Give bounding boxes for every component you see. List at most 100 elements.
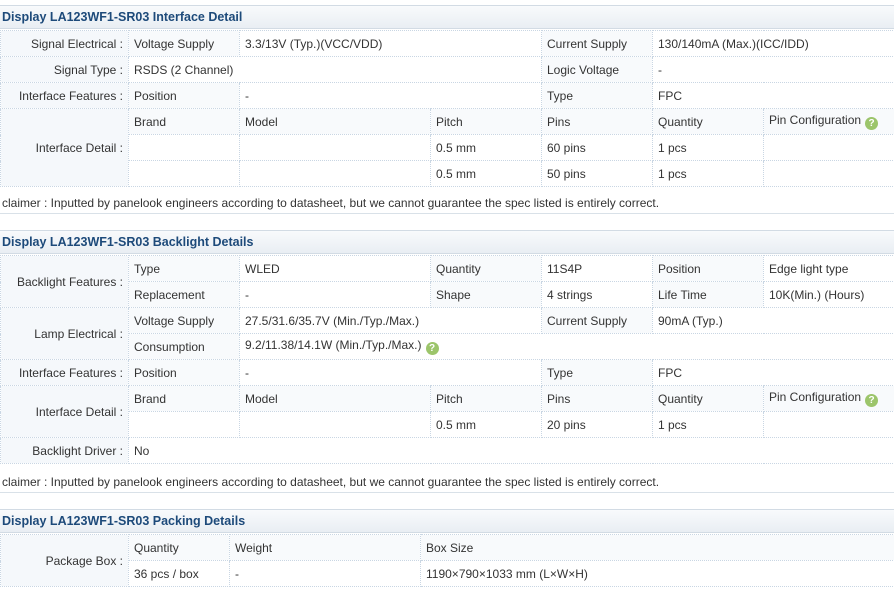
table-row: Replacement - Shape 4 strings Life Time … <box>1 281 894 308</box>
brand-cell <box>128 411 240 438</box>
model-cell <box>239 411 431 438</box>
backlight-driver-value: No <box>128 437 894 464</box>
table-row: Package Box : Quantity Weight Box Size <box>0 534 894 587</box>
table-row: 36 pcs / box - 1190×790×1033 mm (L×W×H) <box>1 560 894 587</box>
bl-interface-detail-label: Interface Detail : <box>0 385 129 438</box>
signal-type-value: RSDS (2 Channel) <box>128 56 542 83</box>
pack-box-size-value: 1190×790×1033 mm (L×W×H) <box>420 560 894 587</box>
bl-quantity-label: Quantity <box>430 255 542 282</box>
col-quantity: Quantity <box>652 385 764 412</box>
table-row: Backlight Driver : No <box>0 437 894 464</box>
consumption-value-cell: 9.2/11.38/14.1W (Min./Typ./Max.)? <box>239 333 894 360</box>
pitch-cell: 0.5 mm <box>430 134 542 161</box>
lamp-current-label: Current Supply <box>541 307 653 334</box>
table-row: Interface Features : Position - Type FPC <box>0 82 894 109</box>
pack-quantity-value: 36 pcs / box <box>128 560 230 587</box>
packing-section-title: Display LA123WF1-SR03 Packing Details <box>0 509 894 533</box>
packing-table: Package Box : Quantity Weight Box Size 3… <box>0 534 894 587</box>
bl-quantity-value: 11S4P <box>541 255 653 282</box>
pin-config-cell <box>762 160 894 187</box>
life-time-label: Life Time <box>652 281 764 308</box>
voltage-supply-value: 3.3/13V (Typ.)(VCC/VDD) <box>239 30 542 57</box>
backlight-disclaimer: claimer : Inputted by panelook engineers… <box>0 471 894 493</box>
col-model: Model <box>239 108 431 135</box>
bl-type-label: Type <box>128 255 240 282</box>
consumption-label: Consumption <box>128 333 240 360</box>
col-quantity: Quantity <box>128 534 230 561</box>
type-value: FPC <box>651 82 894 109</box>
table-row: 0.5 mm 60 pins 1 pcs <box>1 134 894 161</box>
table-row: Interface Detail : Brand Model Pitch Pin… <box>0 108 894 187</box>
col-pitch: Pitch <box>430 385 542 412</box>
position-value: - <box>239 82 542 109</box>
col-brand: Brand <box>128 385 240 412</box>
bl-iface-position-label: Position <box>128 359 240 386</box>
col-pitch: Pitch <box>430 108 542 135</box>
package-box-label: Package Box : <box>0 534 129 587</box>
shape-label: Shape <box>430 281 542 308</box>
logic-voltage-value: - <box>651 56 894 83</box>
lamp-voltage-value: 27.5/31.6/35.7V (Min./Typ./Max.) <box>239 307 542 334</box>
col-pin-configuration: Pin Configuration? <box>762 108 894 135</box>
table-row: Backlight Features : Type WLED Quantity … <box>0 255 894 308</box>
table-row: Signal Type : RSDS (2 Channel) Logic Vol… <box>0 56 894 83</box>
bl-iface-type-label: Type <box>541 359 653 386</box>
backlight-driver-label: Backlight Driver : <box>0 437 129 464</box>
signal-electrical-label: Signal Electrical : <box>0 30 129 57</box>
pins-cell: 50 pins <box>541 160 653 187</box>
spec-page: Display LA123WF1-SR03 Interface Detail S… <box>0 0 894 610</box>
consumption-value: 9.2/11.38/14.1W (Min./Typ./Max.) <box>245 338 422 352</box>
table-row: Signal Electrical : Voltage Supply 3.3/1… <box>0 30 894 57</box>
lamp-voltage-label: Voltage Supply <box>128 307 240 334</box>
signal-type-label: Signal Type : <box>0 56 129 83</box>
logic-voltage-label: Logic Voltage <box>541 56 653 83</box>
interface-table: Signal Electrical : Voltage Supply 3.3/1… <box>0 30 894 187</box>
model-cell <box>239 134 431 161</box>
bl-position-label: Position <box>652 255 764 282</box>
quantity-cell: 1 pcs <box>652 160 764 187</box>
current-supply-value: 130/140mA (Max.)(ICC/IDD) <box>651 30 894 57</box>
brand-cell <box>128 134 240 161</box>
brand-cell <box>128 160 240 187</box>
pitch-cell: 0.5 mm <box>430 160 542 187</box>
table-row: 0.5 mm 20 pins 1 pcs <box>1 411 894 438</box>
pitch-cell: 0.5 mm <box>430 411 542 438</box>
life-time-value: 10K(Min.) (Hours) <box>763 281 894 308</box>
quantity-cell: 1 pcs <box>652 134 764 161</box>
table-row: Interface Detail : Brand Model Pitch Pin… <box>0 385 894 438</box>
bl-interface-features-label: Interface Features : <box>0 359 129 386</box>
pins-cell: 20 pins <box>541 411 653 438</box>
col-pin-configuration-label: Pin Configuration <box>769 113 862 127</box>
replacement-value: - <box>239 281 431 308</box>
help-icon[interactable]: ? <box>865 394 879 407</box>
table-row: Consumption 9.2/11.38/14.1W (Min./Typ./M… <box>1 333 894 360</box>
col-brand: Brand <box>128 108 240 135</box>
model-cell <box>239 160 431 187</box>
col-quantity: Quantity <box>652 108 764 135</box>
help-icon[interactable]: ? <box>865 117 879 130</box>
current-supply-label: Current Supply <box>541 30 653 57</box>
backlight-features-label: Backlight Features : <box>0 255 129 308</box>
col-pin-configuration: Pin Configuration? <box>763 385 894 412</box>
table-row: 0.5 mm 50 pins 1 pcs <box>1 160 894 187</box>
type-label: Type <box>541 82 653 109</box>
col-pins: Pins <box>541 385 653 412</box>
pins-cell: 60 pins <box>541 134 653 161</box>
bl-iface-position-value: - <box>239 359 542 386</box>
col-pins: Pins <box>541 108 653 135</box>
interface-detail-label: Interface Detail : <box>0 108 129 187</box>
pin-config-cell <box>762 134 894 161</box>
backlight-section-title: Display LA123WF1-SR03 Backlight Details <box>0 230 894 254</box>
quantity-cell: 1 pcs <box>652 411 764 438</box>
bl-position-value: Edge light type <box>763 255 894 282</box>
backlight-table: Backlight Features : Type WLED Quantity … <box>0 255 894 464</box>
col-box-size: Box Size <box>420 534 894 561</box>
lamp-electrical-label: Lamp Electrical : <box>0 307 129 360</box>
interface-features-label: Interface Features : <box>0 82 129 109</box>
replacement-label: Replacement <box>128 281 240 308</box>
help-icon[interactable]: ? <box>425 342 439 355</box>
position-label: Position <box>128 82 240 109</box>
bl-iface-type-value: FPC <box>652 359 894 386</box>
pack-weight-value: - <box>229 560 421 587</box>
bl-type-value: WLED <box>239 255 431 282</box>
